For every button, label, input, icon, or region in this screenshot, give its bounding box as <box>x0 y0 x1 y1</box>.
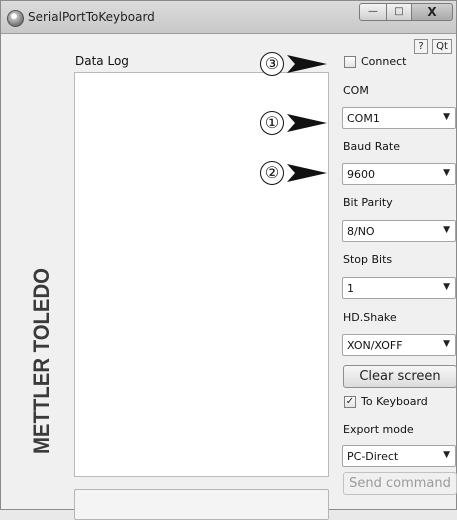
about-qt-button[interactable]: Qt <box>432 39 452 54</box>
app-window: SerialPortToKeyboard — □ X ? Qt Data Log… <box>0 0 457 520</box>
export-mode-select[interactable]: PC-Direct ▼ <box>342 445 456 467</box>
mettler-toledo-logo: METTLER TOLEDO <box>29 268 54 454</box>
command-input[interactable] <box>74 489 329 520</box>
to-keyboard-label: To Keyboard <box>361 395 428 408</box>
minimize-button[interactable]: — <box>359 3 387 21</box>
chevron-down-icon: ▼ <box>443 450 450 460</box>
data-log-label: Data Log <box>75 54 129 68</box>
chevron-down-icon: ▼ <box>443 168 450 178</box>
handshake-select[interactable]: XON/XOFF ▼ <box>342 334 456 356</box>
handshake-value: XON/XOFF <box>347 339 403 352</box>
help-button[interactable]: ? <box>414 39 428 54</box>
connect-checkbox[interactable] <box>344 56 356 68</box>
callout-1: ① <box>260 111 330 137</box>
to-keyboard-checkbox[interactable]: ✓ <box>344 396 356 408</box>
window-title: SerialPortToKeyboard <box>28 10 155 24</box>
chevron-down-icon: ▼ <box>443 282 450 292</box>
baud-rate-select[interactable]: 9600 ▼ <box>342 163 456 185</box>
clear-screen-button[interactable]: Clear screen <box>343 365 457 388</box>
baud-rate-label: Baud Rate <box>343 140 400 153</box>
bit-parity-value: 8/NO <box>347 225 375 238</box>
callout-number: ① <box>260 111 284 135</box>
com-select[interactable]: COM1 ▼ <box>342 107 456 129</box>
bit-parity-label: Bit Parity <box>343 196 393 209</box>
handshake-label: HD.Shake <box>343 311 397 324</box>
chevron-down-icon: ▼ <box>443 339 450 349</box>
arrow-right-icon <box>287 55 327 73</box>
callout-number: ③ <box>260 52 284 76</box>
send-command-button[interactable]: Send command <box>343 472 457 495</box>
stop-bits-value: 1 <box>347 282 354 295</box>
connect-label: Connect <box>361 55 407 68</box>
com-label: COM <box>343 84 369 97</box>
baud-rate-value: 9600 <box>347 168 375 181</box>
chevron-down-icon: ▼ <box>443 112 450 122</box>
logo-text: METTLER TOLEDO <box>29 268 54 454</box>
com-value: COM1 <box>347 112 380 125</box>
callout-number: ② <box>260 161 284 185</box>
title-bar[interactable]: SerialPortToKeyboard — □ X <box>1 1 456 34</box>
client-area: ? Qt Data Log METTLER TOLEDO ③ ① ② Conne… <box>2 34 457 520</box>
app-icon <box>7 10 24 27</box>
callout-2: ② <box>260 161 330 187</box>
export-mode-value: PC-Direct <box>347 450 399 463</box>
callout-3: ③ <box>260 52 330 78</box>
bit-parity-select[interactable]: 8/NO ▼ <box>342 220 456 242</box>
export-mode-label: Export mode <box>343 423 414 436</box>
close-button[interactable]: X <box>411 3 453 21</box>
arrow-right-icon <box>287 164 327 182</box>
stop-bits-select[interactable]: 1 ▼ <box>342 277 456 299</box>
stop-bits-label: Stop Bits <box>343 253 393 266</box>
maximize-button[interactable]: □ <box>386 3 412 21</box>
chevron-down-icon: ▼ <box>443 225 450 235</box>
arrow-right-icon <box>287 114 327 132</box>
